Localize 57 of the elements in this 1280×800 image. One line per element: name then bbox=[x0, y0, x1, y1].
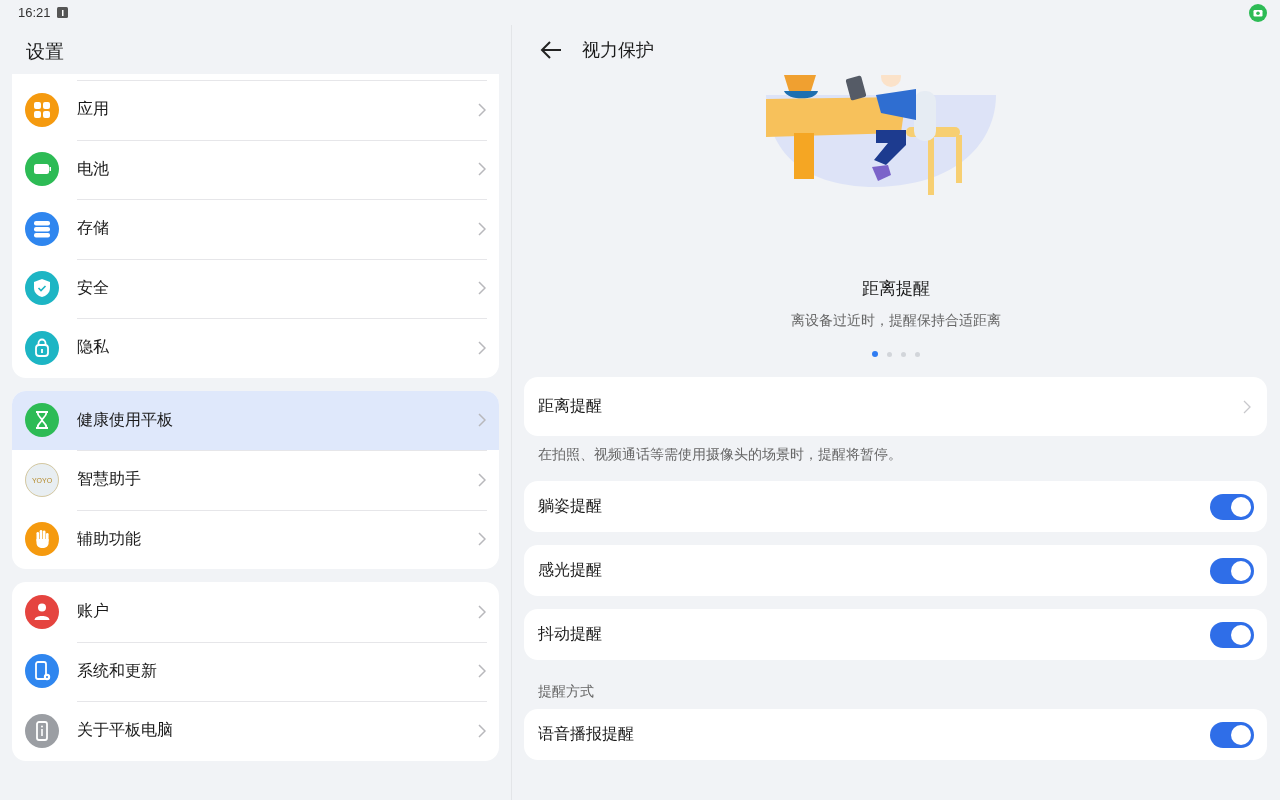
settings-item[interactable]: 应用 bbox=[12, 80, 499, 140]
item-label: 系统和更新 bbox=[77, 660, 158, 682]
row-label: 感光提醒 bbox=[538, 560, 602, 581]
chevron-icon bbox=[478, 162, 486, 177]
carousel-subtitle: 离设备过近时，提醒保持合适距离 bbox=[790, 312, 1001, 330]
item-label: 隐私 bbox=[77, 337, 110, 359]
chevron-icon bbox=[478, 340, 486, 355]
chevron-icon bbox=[1243, 399, 1251, 414]
row-label: 距离提醒 bbox=[538, 396, 602, 417]
toggle-switch[interactable] bbox=[1210, 557, 1254, 584]
item-label: 安全 bbox=[77, 277, 110, 299]
settings-item[interactable]: 安全 bbox=[12, 258, 499, 318]
chevron-icon bbox=[478, 664, 486, 679]
item-label: 账户 bbox=[77, 601, 110, 623]
chevron-icon bbox=[478, 723, 486, 738]
toggle-switch[interactable] bbox=[1210, 721, 1254, 748]
toggle-switch[interactable] bbox=[1210, 493, 1254, 520]
back-icon[interactable] bbox=[540, 41, 562, 59]
page-dot[interactable] bbox=[914, 351, 920, 357]
link-row[interactable]: 距离提醒 bbox=[524, 377, 1267, 436]
notification-icon bbox=[56, 7, 68, 18]
status-time: 16:21 bbox=[18, 5, 51, 20]
section-label: 提醒方式 bbox=[537, 682, 595, 701]
settings-item[interactable]: 隐私 bbox=[12, 318, 499, 378]
page-title: 视力保护 bbox=[582, 38, 654, 62]
page-dot[interactable] bbox=[886, 351, 892, 357]
settings-item[interactable]: 存储 bbox=[12, 199, 499, 259]
settings-item[interactable]: 电池 bbox=[12, 139, 499, 199]
chevron-icon bbox=[478, 604, 486, 619]
settings-item[interactable]: 辅助功能 bbox=[12, 509, 499, 569]
row-label: 躺姿提醒 bbox=[538, 496, 602, 517]
page-dot[interactable] bbox=[900, 351, 906, 357]
carousel-title: 距离提醒 bbox=[861, 277, 930, 300]
row-label: 抖动提醒 bbox=[538, 624, 602, 645]
row-label: 语音播报提醒 bbox=[538, 724, 634, 745]
camera-icon bbox=[1249, 3, 1267, 22]
chevron-icon bbox=[478, 472, 486, 487]
settings-title: 设置 bbox=[25, 39, 65, 64]
note-text: 在拍照、视频通话等需使用摄像头的场景时，提醒将暂停。 bbox=[537, 445, 903, 464]
item-label: 存储 bbox=[77, 218, 110, 240]
chevron-icon bbox=[478, 221, 486, 236]
chevron-icon bbox=[478, 532, 486, 547]
chevron-icon bbox=[478, 413, 486, 428]
item-label: 辅助功能 bbox=[77, 528, 142, 550]
toggle-switch[interactable] bbox=[1210, 621, 1254, 648]
chevron-icon bbox=[478, 102, 486, 117]
settings-item[interactable]: 关于平板电脑 bbox=[12, 701, 499, 761]
item-label: 健康使用平板 bbox=[77, 409, 174, 431]
chevron-icon bbox=[478, 281, 486, 296]
settings-item[interactable]: 账户 bbox=[12, 582, 499, 642]
item-label: 智慧助手 bbox=[77, 469, 142, 491]
page-dot[interactable] bbox=[871, 351, 878, 357]
item-label: 电池 bbox=[77, 158, 110, 180]
item-label: 应用 bbox=[77, 99, 110, 121]
item-label: 关于平板电脑 bbox=[77, 720, 174, 742]
settings-item[interactable]: 健康使用平板 bbox=[12, 390, 499, 450]
settings-item[interactable]: 系统和更新 bbox=[12, 641, 499, 701]
